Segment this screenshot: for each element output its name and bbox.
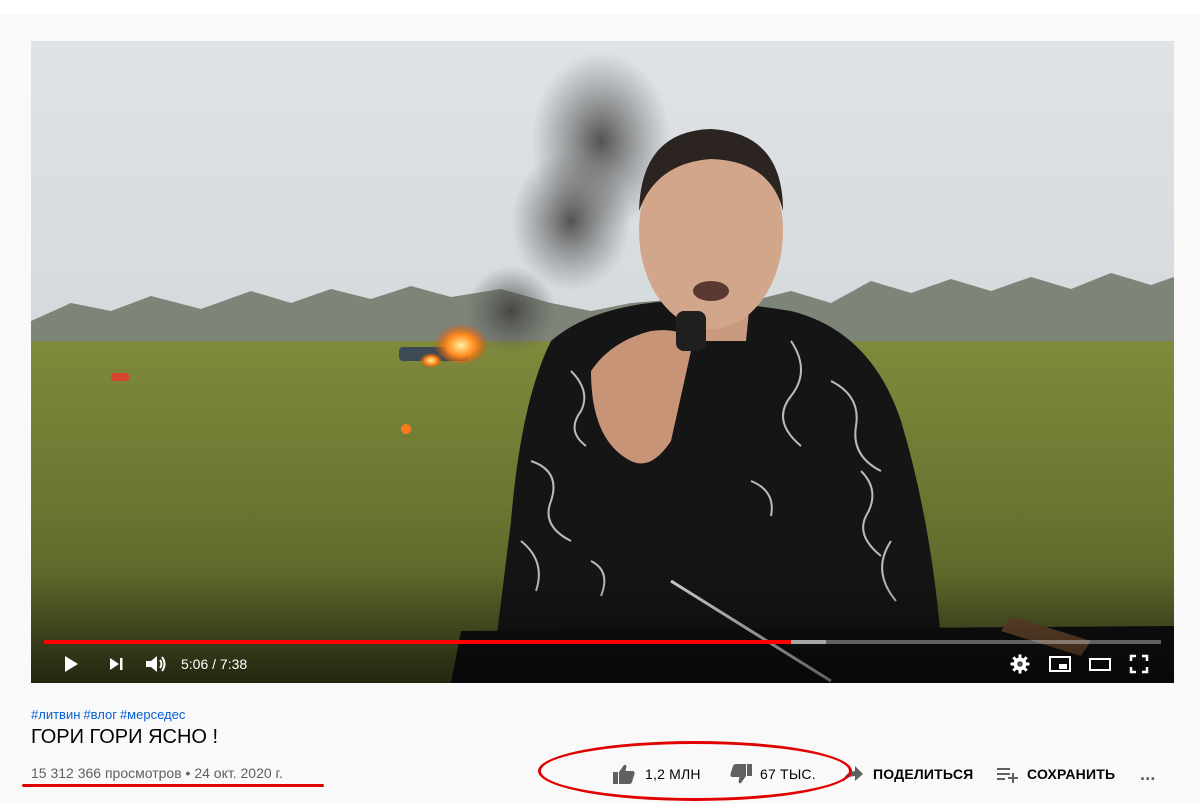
duration: 7:38 xyxy=(219,656,248,672)
save-button[interactable]: СОХРАНИТЬ xyxy=(996,760,1115,788)
video-title: ГОРИ ГОРИ ЯСНО ! xyxy=(31,726,219,748)
hashtag-link[interactable]: #влог xyxy=(83,707,117,722)
current-time: 5:06 xyxy=(181,656,209,672)
hashtag-link[interactable]: #мерседес xyxy=(120,707,185,722)
hashtag-link[interactable]: #литвин xyxy=(31,707,80,722)
page-top-strip xyxy=(0,0,1200,14)
miniplayer-icon xyxy=(1049,656,1071,672)
fullscreen-button[interactable] xyxy=(1127,652,1151,676)
time-display: 5:06 / 7:38 xyxy=(181,654,247,674)
share-label: ПОДЕЛИТЬСЯ xyxy=(873,766,974,782)
miniplayer-button[interactable] xyxy=(1047,652,1073,676)
theater-mode-icon xyxy=(1089,658,1111,671)
view-count: 15 312 366 просмотров xyxy=(31,765,182,781)
play-icon xyxy=(65,656,78,672)
meta-bullet: • xyxy=(185,765,191,781)
next-button[interactable] xyxy=(104,652,128,676)
more-actions-button[interactable]: ... xyxy=(1140,760,1156,788)
share-button[interactable]: ПОДЕЛИТЬСЯ xyxy=(840,760,973,788)
upload-date: 24 окт. 2020 г. xyxy=(194,765,283,781)
progress-played xyxy=(44,640,791,644)
playlist-add-icon xyxy=(997,768,1018,783)
video-player[interactable]: 5:06 / 7:38 xyxy=(31,41,1174,683)
volume-button[interactable] xyxy=(143,652,169,676)
save-label: СОХРАНИТЬ xyxy=(1027,766,1116,782)
next-icon xyxy=(110,658,123,670)
progress-bar[interactable] xyxy=(44,640,1161,644)
hashtags: #литвин #влог #мерседес xyxy=(31,707,188,723)
more-icon: ... xyxy=(1140,763,1156,784)
volume-icon xyxy=(146,656,166,672)
theater-mode-button[interactable] xyxy=(1087,652,1113,676)
annotation-underline xyxy=(22,784,324,787)
fullscreen-icon xyxy=(1129,654,1149,674)
gear-icon xyxy=(1010,654,1030,674)
settings-button[interactable] xyxy=(1008,652,1032,676)
annotation-oval xyxy=(538,741,852,801)
play-button[interactable] xyxy=(59,652,83,676)
time-separator: / xyxy=(212,656,217,672)
video-meta: 15 312 366 просмотров • 24 окт. 2020 г. xyxy=(31,763,283,783)
